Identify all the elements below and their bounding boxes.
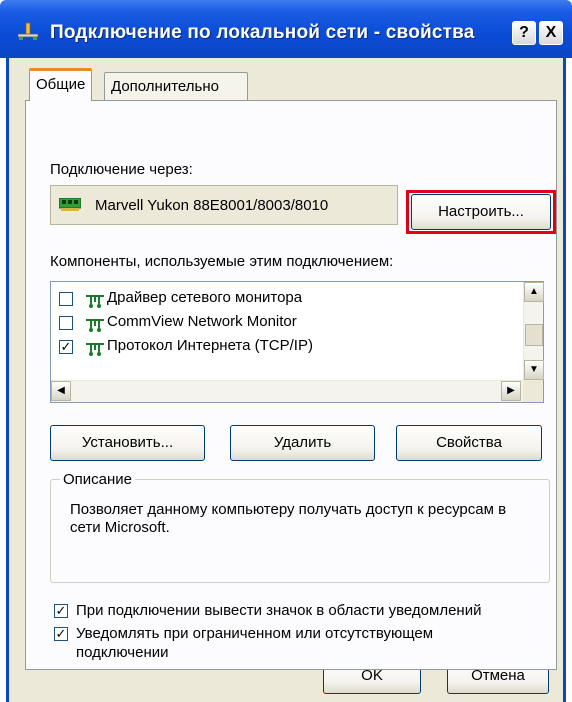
scroll-up-icon[interactable]: ▲ <box>524 282 544 302</box>
show-icon-label[interactable]: При подключении вывести значок в области… <box>76 601 554 620</box>
network-component-icon <box>86 319 104 332</box>
scroll-corner <box>523 380 543 402</box>
remove-button[interactable]: Удалить <box>230 425 375 461</box>
connect-using-label: Подключение через: <box>50 161 193 178</box>
network-component-icon <box>86 343 104 356</box>
window-title: Подключение по локальной сети - свойства <box>50 22 475 43</box>
network-connection-icon <box>17 22 39 40</box>
notify-checkbox[interactable]: ✓ <box>54 627 68 641</box>
configure-button[interactable]: Настроить... <box>411 194 551 230</box>
component-checkbox[interactable]: ✓ <box>59 340 73 354</box>
help-button[interactable]: ? <box>512 21 536 45</box>
component-label: Протокол Интернета (TCP/IP) <box>107 337 313 354</box>
scroll-down-icon[interactable]: ▼ <box>524 360 544 380</box>
description-text: Позволяет данному компьютеру получать до… <box>70 501 507 536</box>
component-checkbox[interactable] <box>59 316 73 330</box>
component-label: CommView Network Monitor <box>107 313 297 330</box>
component-label: Драйвер сетевого монитора <box>107 289 303 306</box>
network-card-icon <box>59 198 81 211</box>
tab-advanced[interactable]: Дополнительно <box>104 72 248 100</box>
vertical-scrollbar[interactable]: ▲ ▼ <box>523 282 544 380</box>
tab-general[interactable]: Общие <box>29 68 93 101</box>
component-checkbox[interactable] <box>59 292 73 306</box>
scroll-thumb[interactable] <box>525 324 543 346</box>
scroll-left-icon[interactable]: ◀ <box>51 381 71 401</box>
adapter-name: Marvell Yukon 88E8001/8003/8010 <box>95 197 329 214</box>
show-icon-checkbox[interactable]: ✓ <box>54 604 68 618</box>
notify-label[interactable]: Уведомлять при ограниченном или отсутств… <box>76 624 506 662</box>
adapter-box: Marvell Yukon 88E8001/8003/8010 <box>50 185 398 225</box>
install-button[interactable]: Установить... <box>50 425 205 461</box>
horizontal-scrollbar[interactable]: ◀ ▶ <box>51 380 523 402</box>
components-list[interactable]: Драйвер сетевого монитора CommView Netwo… <box>50 281 544 403</box>
components-label: Компоненты, используемые этим подключени… <box>50 253 394 270</box>
close-button[interactable]: X <box>539 21 563 45</box>
dialog-body: Общие Дополнительно Подключение через: M… <box>6 58 566 702</box>
properties-button[interactable]: Свойства <box>396 425 542 461</box>
network-component-icon <box>86 295 104 308</box>
description-legend: Описание <box>60 471 136 488</box>
scroll-right-icon[interactable]: ▶ <box>501 381 521 401</box>
tab-panel-general: Подключение через: Marvell Yukon 88E8001… <box>25 100 557 670</box>
title-bar[interactable]: Подключение по локальной сети - свойства… <box>0 0 572 58</box>
